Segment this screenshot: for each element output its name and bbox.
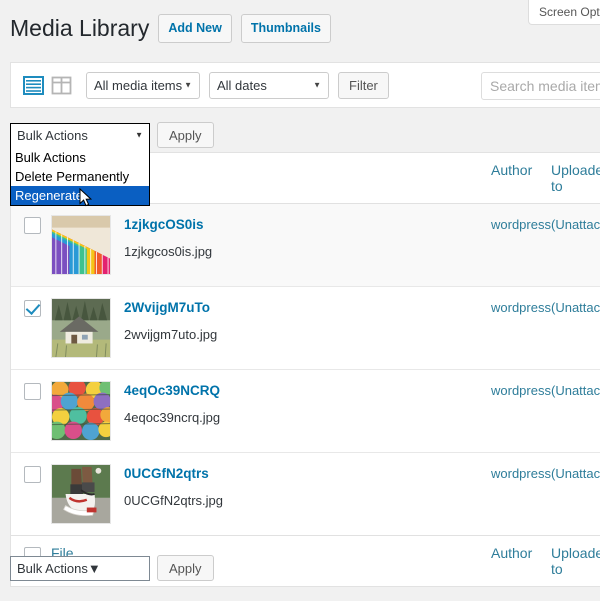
author-link[interactable]: wordpress — [491, 383, 551, 398]
bulk-actions-selected-value: Bulk Actions — [17, 128, 88, 143]
sneakers-thumbnail[interactable] — [51, 464, 111, 524]
author-cell: wordpress — [491, 204, 551, 287]
apply-button-top[interactable]: Apply — [157, 122, 214, 148]
file-name: 4eqoc39ncrq.jpg — [124, 408, 220, 428]
table-row: 2WvijgM7uTo 2wvijgm7uto.jpg wordpress (U… — [11, 287, 600, 370]
column-footer-author[interactable]: Author — [491, 536, 551, 587]
file-name: 0UCGfN2qtrs.jpg — [124, 491, 223, 511]
file-cell: 0UCGfN2qtrs 0UCGfN2qtrs.jpg — [51, 453, 491, 536]
file-cell: 2WvijgM7uTo 2wvijgm7uto.jpg — [51, 287, 491, 370]
thumbnails-button[interactable]: Thumbnails — [241, 14, 331, 43]
dropdown-option-delete-permanently[interactable]: Delete Permanently — [11, 167, 149, 186]
view-switch — [23, 75, 72, 96]
file-title-link[interactable]: 0UCGfN2qtrs — [124, 465, 223, 484]
column-header-author[interactable]: Author — [491, 153, 551, 204]
media-library-page: Screen Options Media Library Add New Thu… — [0, 0, 600, 601]
author-cell: wordpress — [491, 287, 551, 370]
table-row: 1zjkgcOS0is 1zjkgcos0is.jpg wordpress (U… — [11, 204, 600, 287]
dropdown-option-bulk-actions[interactable]: Bulk Actions — [11, 148, 149, 167]
screen-options-label: Screen Options — [539, 5, 600, 19]
file-cell: 4eqOc39NCRQ 4eqoc39ncrq.jpg — [51, 370, 491, 453]
date-filter-value: All dates — [217, 78, 267, 93]
author-cell: wordpress — [491, 453, 551, 536]
row-checkbox[interactable] — [24, 217, 41, 234]
row-checkbox-cell[interactable] — [11, 453, 51, 536]
apply-button-bottom[interactable]: Apply — [157, 555, 214, 581]
bulk-actions-select-bottom[interactable]: Bulk Actions ▼ — [10, 556, 150, 581]
add-new-button[interactable]: Add New — [158, 14, 231, 43]
page-title-row: Media Library Add New Thumbnails — [10, 14, 331, 44]
row-checkbox[interactable] — [24, 466, 41, 483]
search-input[interactable]: Search media items... — [481, 72, 600, 100]
list-view-icon[interactable] — [23, 75, 44, 96]
bulk-actions-bar-top: Bulk Actions ▼ Apply — [10, 122, 214, 148]
media-table-body: 1zjkgcOS0is 1zjkgcos0is.jpg wordpress (U… — [11, 204, 600, 536]
bulk-actions-dropdown-menu[interactable]: Bulk Actions Delete Permanently Regenera… — [10, 147, 150, 206]
column-footer-uploaded-to[interactable]: Uploaded to — [551, 536, 600, 587]
uploaded-to-cell: (Unattached) — [551, 204, 600, 287]
chevron-down-icon: ▼ — [88, 561, 101, 576]
uploaded-to-cell: (Unattached) — [551, 287, 600, 370]
row-checkbox-cell[interactable] — [11, 287, 51, 370]
uploaded-to-value: (Unattached) — [551, 300, 600, 315]
uploaded-to-value: (Unattached) — [551, 217, 600, 232]
search-placeholder: Search media items... — [490, 78, 600, 94]
row-checkbox[interactable] — [24, 383, 41, 400]
media-type-filter-select[interactable]: All media items ▼ — [86, 72, 200, 99]
uploaded-to-value: (Unattached) — [551, 383, 600, 398]
column-header-uploaded-to[interactable]: Uploaded to — [551, 153, 600, 204]
author-cell: wordpress — [491, 370, 551, 453]
row-checkbox-cell[interactable] — [11, 370, 51, 453]
chevron-down-icon: ▼ — [313, 81, 321, 90]
table-row: 4eqOc39NCRQ 4eqoc39ncrq.jpg wordpress (U… — [11, 370, 600, 453]
file-title-link[interactable]: 4eqOc39NCRQ — [124, 382, 220, 401]
file-name: 2wvijgm7uto.jpg — [124, 325, 217, 345]
filter-button[interactable]: Filter — [338, 72, 389, 99]
uploaded-to-cell: (Unattached) — [551, 453, 600, 536]
rainbow-stairs-thumbnail[interactable] — [51, 215, 111, 275]
author-link[interactable]: wordpress — [491, 300, 551, 315]
bulk-actions-bar-bottom: Bulk Actions ▼ Apply — [10, 555, 214, 581]
uploaded-to-cell: (Unattached) — [551, 370, 600, 453]
file-title-link[interactable]: 1zjkgcOS0is — [124, 216, 212, 235]
media-type-filter-value: All media items — [94, 78, 182, 93]
screen-options-button[interactable]: Screen Options — [528, 0, 600, 25]
grid-view-icon[interactable] — [51, 75, 72, 96]
file-name: 1zjkgcos0is.jpg — [124, 242, 212, 262]
chevron-down-icon: ▼ — [184, 81, 192, 90]
media-toolbar: All media items ▼ All dates ▼ Filter Sea… — [10, 62, 600, 108]
bulk-actions-select-top[interactable]: Bulk Actions ▼ — [10, 123, 150, 148]
row-checkbox-cell[interactable] — [11, 204, 51, 287]
date-filter-select[interactable]: All dates ▼ — [209, 72, 329, 99]
page-title: Media Library — [10, 14, 149, 44]
row-checkbox[interactable] — [24, 300, 41, 317]
dropdown-option-regenerate[interactable]: Regenerate — [11, 186, 149, 205]
chevron-down-icon: ▼ — [135, 131, 143, 140]
uploaded-to-value: (Unattached) — [551, 466, 600, 481]
file-cell: 1zjkgcOS0is 1zjkgcos0is.jpg — [51, 204, 491, 287]
file-title-link[interactable]: 2WvijgM7uTo — [124, 299, 217, 318]
colorful-umbrellas-thumbnail[interactable] — [51, 381, 111, 441]
bulk-actions-selected-value-bottom: Bulk Actions — [17, 561, 88, 576]
table-row: 0UCGfN2qtrs 0UCGfN2qtrs.jpg wordpress (U… — [11, 453, 600, 536]
author-link[interactable]: wordpress — [491, 466, 551, 481]
cabin-forest-thumbnail[interactable] — [51, 298, 111, 358]
media-table: File Author Uploaded to — [10, 152, 600, 587]
author-link[interactable]: wordpress — [491, 217, 551, 232]
